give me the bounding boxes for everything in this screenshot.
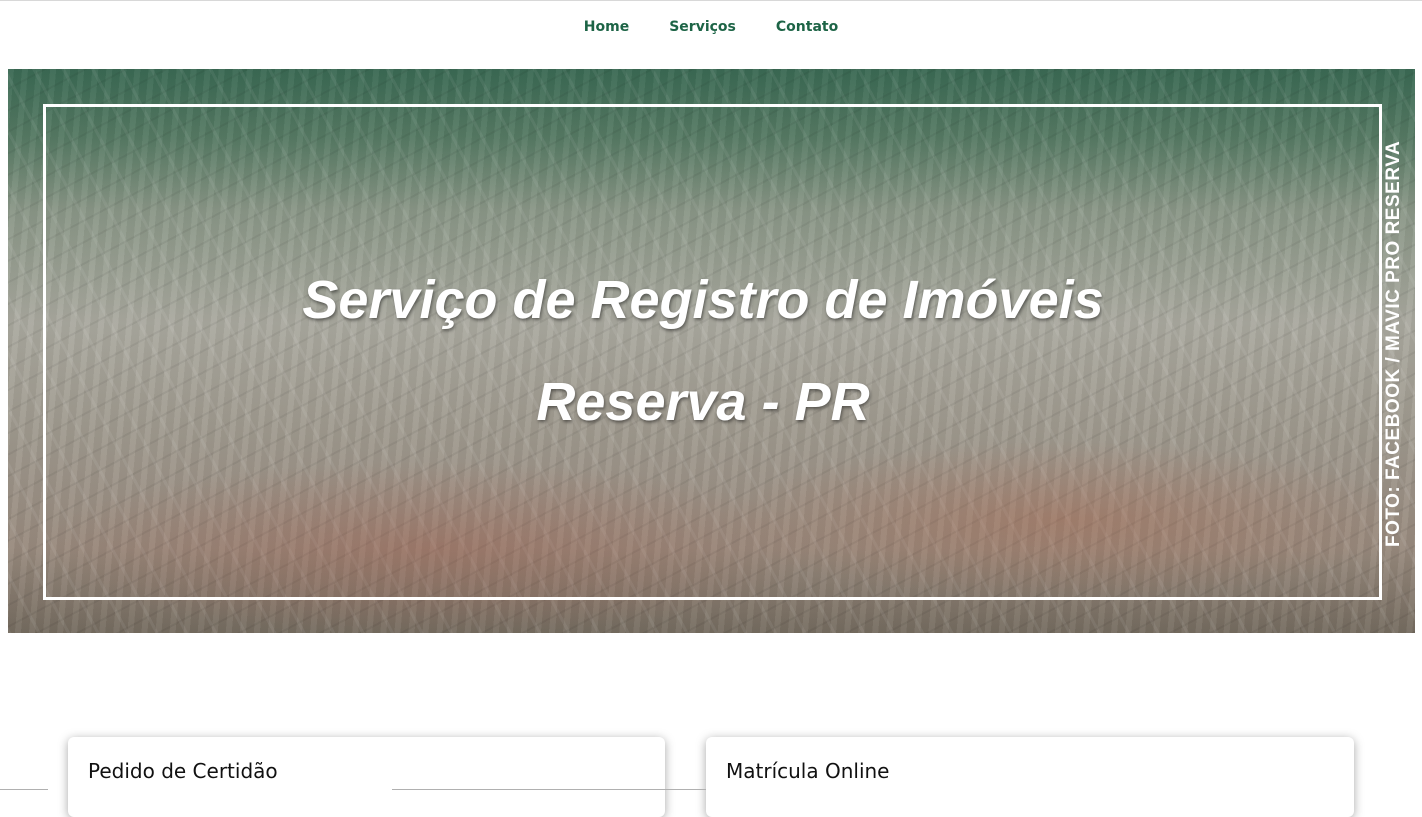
- hero-title: Serviço de Registro de Imóveis: [302, 270, 1104, 330]
- section-divider: [0, 789, 48, 790]
- nav-home-link[interactable]: Home: [584, 17, 629, 37]
- nav-servicos-link[interactable]: Serviços: [669, 17, 736, 37]
- hero-banner: Serviço de Registro de Imóveis Reserva -…: [8, 69, 1415, 633]
- section-divider: [392, 789, 706, 790]
- main-nav: Home Serviços Contato: [0, 17, 1422, 37]
- card-pedido-certidao[interactable]: Pedido de Certidão: [68, 737, 665, 817]
- nav-contato-link[interactable]: Contato: [776, 17, 838, 37]
- hero-frame: [43, 104, 1382, 600]
- photo-credit: FOTO: FACEBOOK / MAVIC PRO RESERVA: [1383, 140, 1404, 547]
- hero-subtitle: Reserva - PR: [536, 372, 870, 432]
- card-title: Matrícula Online: [726, 759, 890, 783]
- card-matricula-online[interactable]: Matrícula Online: [706, 737, 1354, 817]
- card-title: Pedido de Certidão: [88, 759, 278, 783]
- top-border: [0, 0, 1422, 1]
